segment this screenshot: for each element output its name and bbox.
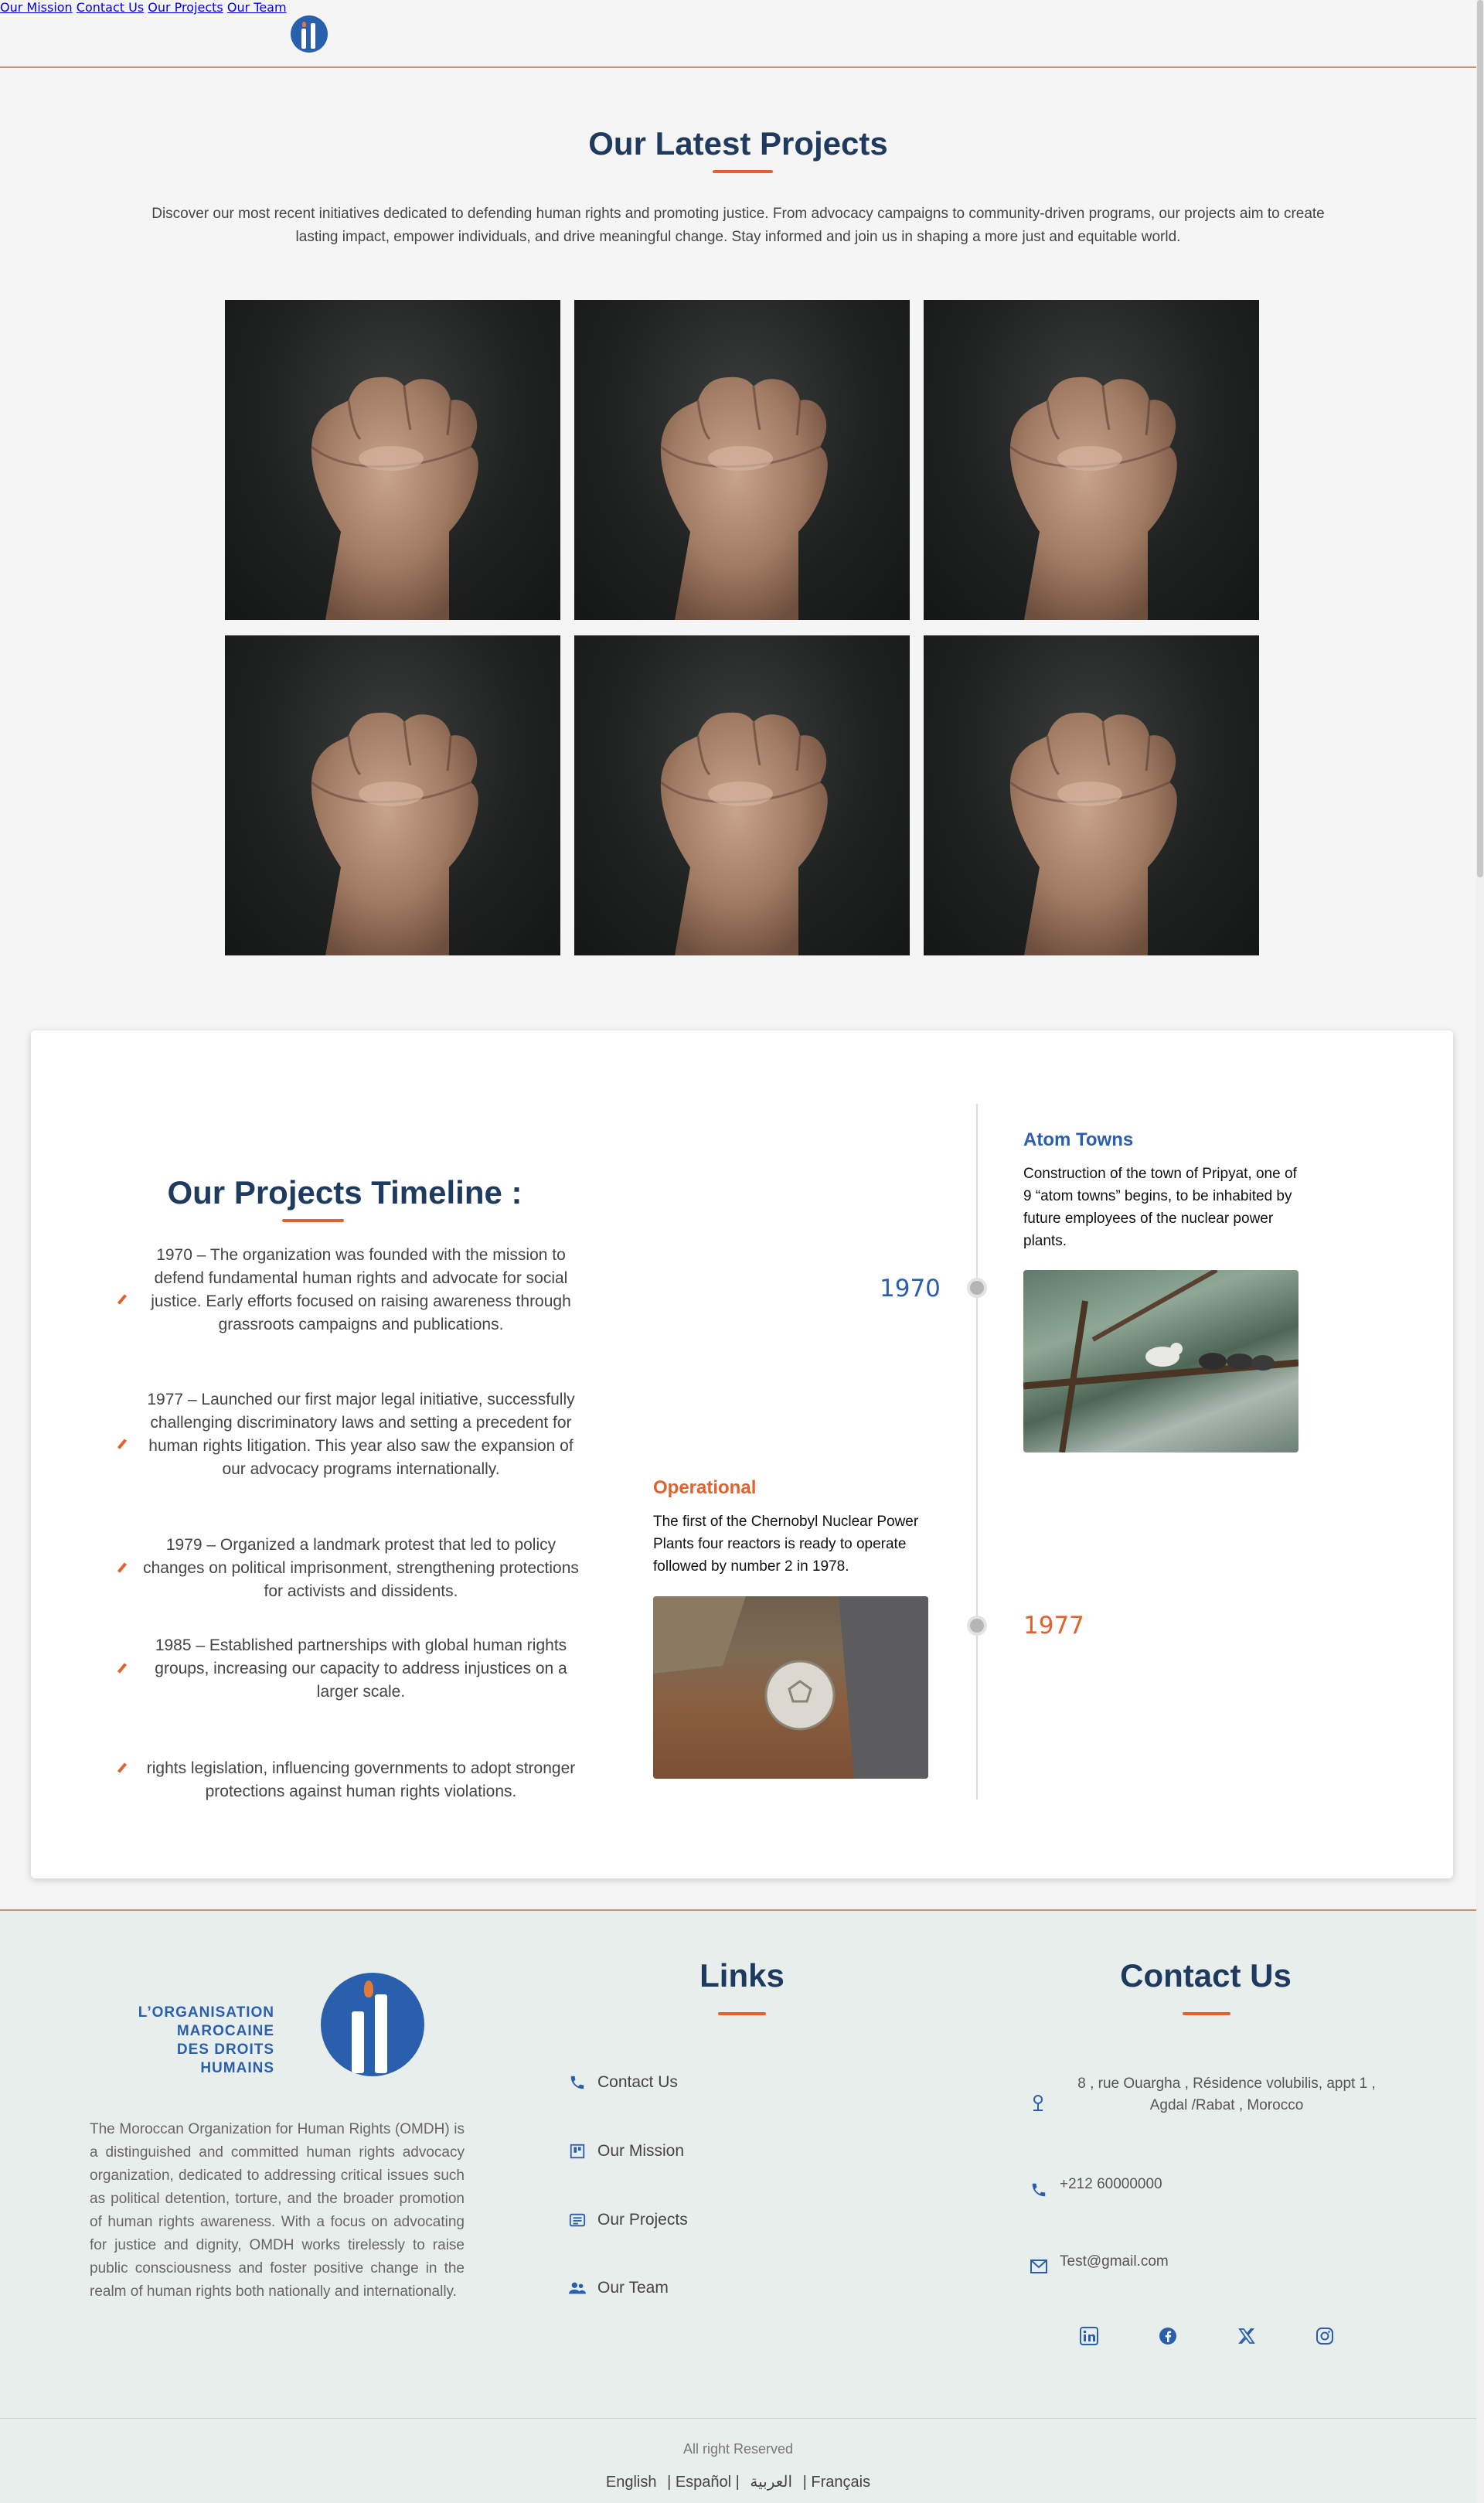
event-title: Atom Towns (1023, 1129, 1134, 1150)
pencil-icon (117, 1762, 128, 1773)
location-pin-icon (1030, 2093, 1049, 2112)
timeline-item-text: 1985 – Established partnerships with glo… (155, 1636, 567, 1701)
projects-icon (568, 2211, 587, 2229)
x-icon[interactable] (1236, 2325, 1258, 2347)
event-text: The first of the Chernobyl Nuclear Power… (653, 1514, 919, 1575)
phone-icon (568, 2073, 587, 2092)
timeline-item-text: 1977 – Launched our first major legal in… (147, 1391, 575, 1478)
footer-link-our-mission[interactable]: Our Mission (568, 2142, 684, 2161)
timeline-dot (967, 1278, 987, 1298)
nav-our-projects[interactable]: Our Projects (148, 0, 223, 15)
mail-icon (1030, 2259, 1049, 2277)
latest-projects-intro: Discover our most recent initiatives ded… (151, 206, 1325, 245)
timeline-item: 1977 – Launched our first major legal in… (104, 1388, 584, 1481)
project-photo[interactable] (924, 635, 1259, 955)
event-year: 1977 (1023, 1612, 1084, 1640)
email-row: Test@gmail.com (1030, 2251, 1169, 2277)
timeline-item-text: 1979 – Organized a landmark protest that… (143, 1536, 579, 1600)
timeline-item: 1985 – Established partnerships with glo… (104, 1634, 584, 1704)
timeline-item-text: rights legislation, influencing governme… (146, 1759, 576, 1800)
project-photo[interactable] (225, 300, 560, 620)
about-text: The Moroccan Organization for Human Righ… (90, 2121, 465, 2300)
footer-link-label: Contact Us (597, 2073, 678, 2091)
pencil-icon (117, 1562, 128, 1573)
event-image-football (653, 1596, 928, 1779)
brand-line: DES DROITS HUMAINS (176, 2042, 274, 2076)
lang-arabic[interactable]: العربية (750, 2474, 792, 2491)
footer-link-our-team[interactable]: Our Team (568, 2279, 669, 2297)
team-icon (568, 2279, 587, 2297)
logo-icon[interactable] (321, 1973, 424, 2076)
footer-link-label: Our Projects (597, 2211, 688, 2229)
contact-heading: Contact Us (1120, 1957, 1292, 1994)
timeline-item: 1979 – Organized a landmark protest that… (104, 1534, 584, 1603)
project-photo[interactable] (924, 300, 1259, 620)
links-heading: Links (699, 1957, 785, 1994)
brand-line: MAROCAINE (176, 2023, 274, 2039)
page-scrollbar[interactable] (1476, 0, 1484, 2503)
logo-icon[interactable] (291, 15, 328, 53)
timeline-card: Our Projects Timeline : 1970 – The organ… (31, 1030, 1453, 1878)
links-underline (718, 2012, 766, 2015)
footer-link-label: Our Team (597, 2279, 669, 2297)
event-text: Construction of the town of Pripyat, one… (1023, 1166, 1297, 1249)
lang-espanol[interactable]: | Español | (667, 2474, 740, 2491)
lang-francais[interactable]: | Français (803, 2474, 870, 2491)
copyright-text: All right Reserved (682, 2441, 794, 2457)
facebook-icon[interactable] (1157, 2325, 1179, 2347)
pencil-icon (117, 1294, 128, 1305)
project-photo[interactable] (574, 300, 910, 620)
scrollbar-thumb[interactable] (1477, 0, 1483, 877)
mission-icon (568, 2142, 587, 2161)
instagram-icon[interactable] (1314, 2325, 1336, 2347)
address-text: 8 , rue Ouargha , Résidence volubilis, a… (1077, 2076, 1376, 2113)
project-photo[interactable] (225, 635, 560, 955)
lang-english[interactable]: English (606, 2474, 657, 2491)
site-header: Our Mission Contact Us Our Projects Our … (0, 0, 1476, 68)
address-row: 8 , rue Ouargha , Résidence volubilis, a… (1030, 2073, 1394, 2116)
nav-our-team[interactable]: Our Team (227, 0, 287, 15)
email-text: Test@gmail.com (1060, 2253, 1169, 2270)
title-underline (713, 170, 773, 173)
event-title: Operational (653, 1477, 757, 1498)
project-gallery (225, 300, 1259, 955)
event-year: 1970 (880, 1275, 941, 1303)
footer-link-our-projects[interactable]: Our Projects (568, 2211, 688, 2229)
site-footer: L’ORGANISATION MAROCAINE DES DROITS HUMA… (0, 1909, 1476, 2503)
brand-line: L’ORGANISATION (138, 2004, 274, 2021)
nav-contact-us[interactable]: Contact Us (77, 0, 144, 15)
phone-icon (1030, 2181, 1049, 2200)
timeline-title: Our Projects Timeline : (167, 1174, 522, 1211)
timeline-title-underline (282, 1219, 344, 1222)
footer-divider (0, 2418, 1476, 2419)
contact-underline (1183, 2012, 1230, 2015)
pencil-icon (117, 1439, 128, 1449)
latest-projects-title: Our Latest Projects (588, 125, 888, 162)
linkedin-icon[interactable] (1078, 2325, 1100, 2347)
footer-link-contact-us[interactable]: Contact Us (568, 2073, 678, 2092)
timeline-item-text: 1970 – The organization was founded with… (151, 1246, 571, 1333)
phone-text: +212 60000000 (1060, 2176, 1162, 2192)
brand-name: L’ORGANISATION MAROCAINE DES DROITS HUMA… (108, 2004, 274, 2078)
pencil-icon (117, 1663, 128, 1674)
phone-row: +212 60000000 (1030, 2174, 1162, 2200)
timeline-dot (967, 1616, 987, 1636)
nav-our-mission[interactable]: Our Mission (0, 0, 73, 15)
language-switcher: English | Español | العربية | Français (0, 2472, 1476, 2491)
timeline-item: 1970 – The organization was founded with… (104, 1244, 584, 1337)
event-image-pigeons (1023, 1270, 1298, 1452)
footer-link-label: Our Mission (597, 2142, 685, 2160)
project-photo[interactable] (574, 635, 910, 955)
main-nav: Our Mission Contact Us Our Projects Our … (0, 0, 1476, 15)
timeline-line (976, 1104, 978, 1800)
timeline-item: rights legislation, influencing governme… (104, 1757, 584, 1803)
